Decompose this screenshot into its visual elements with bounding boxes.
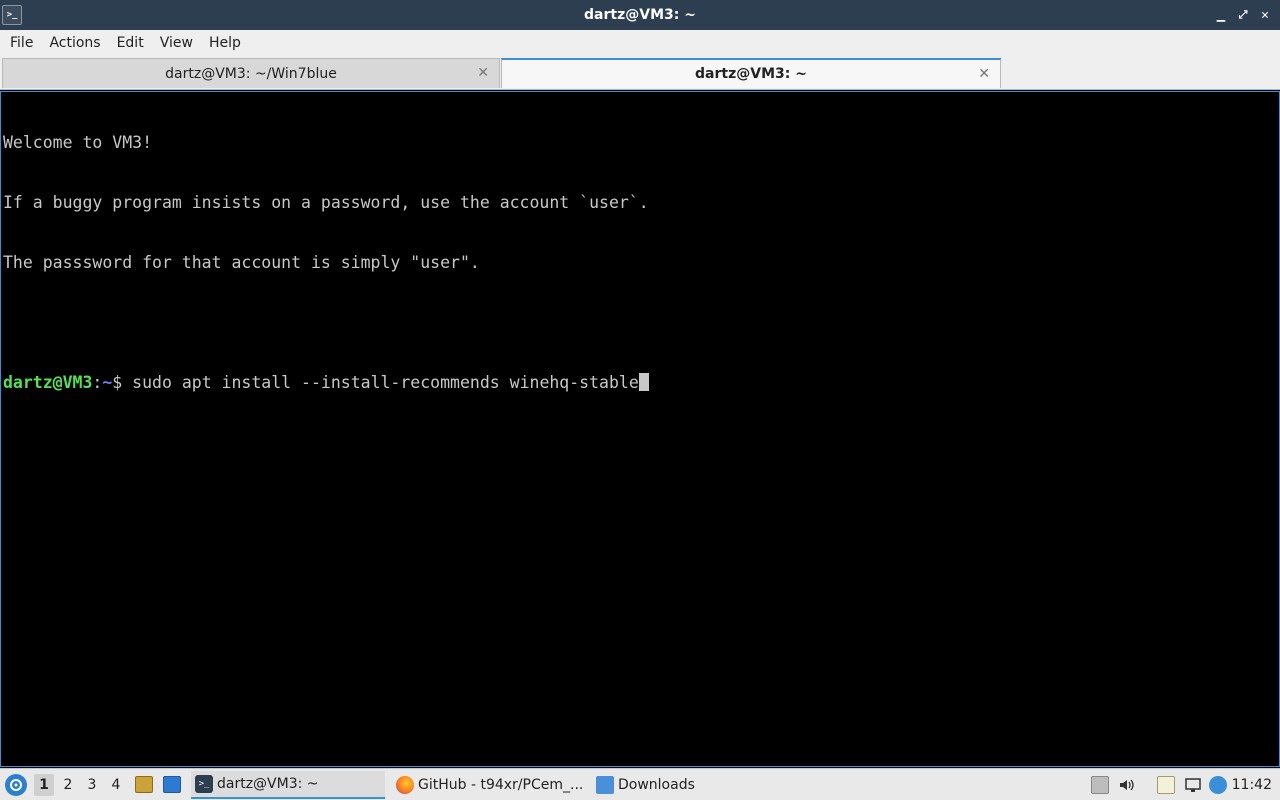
prompt-user-host: dartz@VM3 (3, 373, 93, 392)
terminal-line: Welcome to VM3! (3, 133, 153, 152)
window-controls: ▁ ⤢ ✕ (1212, 0, 1274, 30)
tab-home[interactable]: dartz@VM3: ~ ✕ (501, 58, 1001, 88)
network-icon[interactable] (1184, 776, 1202, 794)
tab-label: dartz@VM3: ~/Win7blue (165, 65, 337, 82)
task-label: dartz@VM3: ~ (217, 776, 319, 792)
volume-icon[interactable] (1118, 776, 1136, 794)
close-icon[interactable]: ✕ (978, 66, 990, 82)
firefox-icon (396, 776, 414, 794)
update-notifier-icon[interactable] (1209, 776, 1227, 794)
workspace-4[interactable]: 4 (106, 774, 126, 796)
tab-label: dartz@VM3: ~ (695, 66, 807, 82)
prompt-colon: : (92, 373, 103, 392)
task-terminal[interactable]: >_ dartz@VM3: ~ (191, 771, 385, 799)
terminal-line: If a buggy program insists on a password… (3, 193, 649, 212)
menu-actions[interactable]: Actions (43, 35, 106, 51)
terminal-output[interactable]: Welcome to VM3! If a buggy program insis… (0, 91, 1280, 767)
task-downloads[interactable]: Downloads (592, 771, 712, 799)
prompt-line[interactable]: dartz@VM3:~$ sudo apt install --install-… (3, 373, 1277, 393)
tab-bar: dartz@VM3: ~/Win7blue ✕ dartz@VM3: ~ ✕ (0, 56, 1280, 90)
folder-icon (596, 776, 614, 794)
minimize-button[interactable]: ▁ (1212, 6, 1230, 24)
clock[interactable]: 11:42 (1232, 769, 1272, 800)
prompt-symbol: $ (112, 373, 133, 392)
maximize-button[interactable]: ⤢ (1234, 6, 1252, 24)
tab-win7blue[interactable]: dartz@VM3: ~/Win7blue ✕ (2, 58, 500, 88)
workspace-1[interactable]: 1 (34, 774, 54, 796)
terminal-line: The passsword for that account is simply… (3, 253, 480, 272)
prompt-path: ~ (102, 373, 113, 392)
tray-up-arrow-icon[interactable] (1091, 776, 1109, 794)
taskbar: 1 2 3 4 >_ dartz@VM3: ~ GitHub - t94xr/P… (0, 768, 1280, 800)
task-label: Downloads (618, 777, 695, 793)
menubar: File Actions Edit View Help (0, 30, 1280, 56)
task-label: GitHub - t94xr/PCem_... (418, 777, 584, 793)
menu-edit[interactable]: Edit (111, 35, 150, 51)
terminal-icon: >_ (195, 775, 213, 793)
close-button[interactable]: ✕ (1256, 6, 1274, 24)
task-firefox[interactable]: GitHub - t94xr/PCem_... (392, 771, 588, 799)
text-cursor (638, 373, 649, 391)
workspace-2[interactable]: 2 (58, 774, 78, 796)
window-titlebar[interactable]: >_ dartz@VM3: ~ ▁ ⤢ ✕ (0, 0, 1280, 30)
menu-help[interactable]: Help (203, 35, 247, 51)
menu-view[interactable]: View (154, 35, 199, 51)
command-input[interactable]: sudo apt install --install-recommends wi… (132, 373, 639, 392)
clipboard-icon[interactable] (1157, 776, 1175, 794)
terminal-app-icon[interactable]: >_ (2, 5, 22, 25)
workspace-3[interactable]: 3 (82, 774, 102, 796)
close-icon[interactable]: ✕ (477, 65, 489, 81)
window-title: dartz@VM3: ~ (584, 7, 696, 23)
start-menu-icon[interactable] (5, 774, 27, 796)
show-desktop-icon[interactable] (163, 776, 181, 793)
menu-file[interactable]: File (4, 35, 39, 51)
file-manager-launcher-icon[interactable] (135, 776, 153, 793)
